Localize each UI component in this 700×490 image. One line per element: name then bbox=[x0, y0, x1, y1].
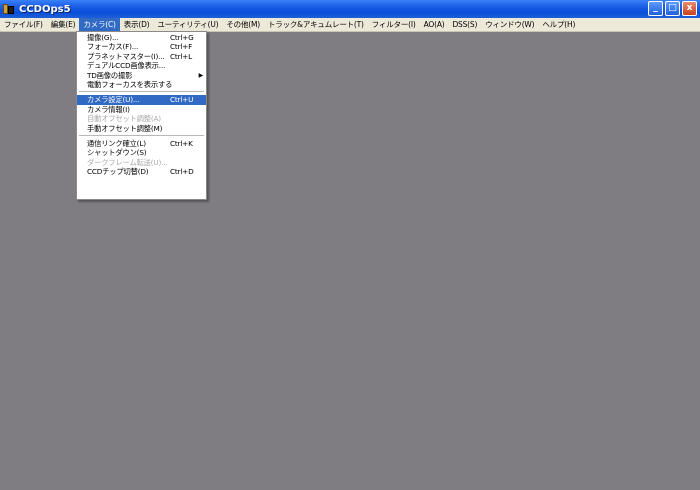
menu-item-label: CCDチップ切替(D) bbox=[87, 167, 149, 177]
menu-item-manual-offset[interactable]: 手動オフセット調整(M) bbox=[77, 124, 206, 133]
minimize-button[interactable]: _ bbox=[648, 1, 663, 16]
menu-item-shortcut: Ctrl+K bbox=[170, 138, 193, 148]
menu-item-auto-offset: 自動オフセット調整(A) bbox=[77, 114, 206, 123]
menu-item-label: シャットダウン(S) bbox=[87, 148, 147, 158]
menu-item-shortcut: Ctrl+D bbox=[170, 167, 194, 177]
menu-item-camera-info[interactable]: カメラ情報(I) bbox=[77, 105, 206, 114]
menu-item-label: カメラ設定(U)... bbox=[87, 95, 140, 105]
menu-utility[interactable]: ユーティリティ(U) bbox=[153, 18, 222, 31]
menu-dss[interactable]: DSS(S) bbox=[448, 18, 481, 31]
close-button[interactable]: x bbox=[682, 1, 697, 16]
maximize-button[interactable]: □ bbox=[665, 1, 680, 16]
menu-item-focus[interactable]: フォーカス(F)... Ctrl+F bbox=[77, 42, 206, 51]
menu-item-camera-settings[interactable]: カメラ設定(U)... Ctrl+U bbox=[77, 95, 206, 105]
window-controls: _ □ x bbox=[648, 1, 697, 16]
menu-item-label: フォーカス(F)... bbox=[87, 42, 139, 52]
menu-item-establish-link[interactable]: 通信リンク確立(L) Ctrl+K bbox=[77, 139, 206, 148]
menu-help[interactable]: ヘルプ(H) bbox=[538, 18, 579, 31]
menu-item-label: TD画像の撮影 bbox=[87, 70, 133, 80]
menu-item-label: デュアルCCD画像表示... bbox=[87, 61, 166, 71]
menu-other[interactable]: その他(M) bbox=[222, 18, 264, 31]
menu-view[interactable]: 表示(D) bbox=[120, 18, 154, 31]
menu-item-capture[interactable]: 撮像(G)... Ctrl+G bbox=[77, 33, 206, 42]
menu-item-dark-frame-transfer: ダークフレーム転送(U)... bbox=[77, 158, 206, 167]
menu-edit[interactable]: 編集(E) bbox=[47, 18, 80, 31]
menu-item-label: ダークフレーム転送(U)... bbox=[87, 157, 168, 167]
menu-window[interactable]: ウィンドウ(W) bbox=[481, 18, 538, 31]
menu-item-td-capture[interactable]: TD画像の撮影 ▶ bbox=[77, 71, 206, 80]
menu-item-label: カメラ情報(I) bbox=[87, 104, 130, 114]
menu-ao[interactable]: AO(A) bbox=[420, 18, 449, 31]
menu-item-label: プラネットマスター(I)... bbox=[87, 51, 165, 61]
menu-item-label: 手動オフセット調整(M) bbox=[87, 123, 163, 133]
menu-item-label: 自動オフセット調整(A) bbox=[87, 114, 161, 124]
menu-item-shortcut: Ctrl+G bbox=[170, 33, 194, 42]
menu-item-label: 撮像(G)... bbox=[87, 33, 119, 42]
menu-item-ccd-chip-switch[interactable]: CCDチップ切替(D) Ctrl+D bbox=[77, 167, 206, 176]
menu-item-planet-master[interactable]: プラネットマスター(I)... Ctrl+L bbox=[77, 52, 206, 61]
menu-item-dual-ccd-display[interactable]: デュアルCCD画像表示... bbox=[77, 61, 206, 70]
menu-filter[interactable]: フィルター(I) bbox=[368, 18, 420, 31]
camera-dropdown-menu: 撮像(G)... Ctrl+G フォーカス(F)... Ctrl+F プラネット… bbox=[76, 31, 207, 200]
menu-track-accumulate[interactable]: トラック&アキュムレート(T) bbox=[264, 18, 368, 31]
menu-bar: ファイル(F) 編集(E) カメラ(C) 表示(D) ユーティリティ(U) その… bbox=[0, 18, 700, 32]
window-title: CCDOps5 bbox=[19, 3, 71, 15]
submenu-arrow-icon: ▶ bbox=[198, 71, 204, 79]
menu-item-shutdown[interactable]: シャットダウン(S) bbox=[77, 148, 206, 157]
menu-item-shortcut: Ctrl+L bbox=[170, 51, 192, 61]
menu-item-show-motor-focus[interactable]: 電動フォーカスを表示する bbox=[77, 80, 206, 89]
menu-file[interactable]: ファイル(F) bbox=[0, 18, 47, 31]
menu-item-shortcut: Ctrl+F bbox=[170, 42, 193, 52]
app-icon[interactable] bbox=[3, 3, 15, 15]
menu-item-label: 電動フォーカスを表示する bbox=[87, 79, 173, 89]
menu-item-shortcut: Ctrl+U bbox=[170, 95, 194, 105]
menu-camera[interactable]: カメラ(C) bbox=[79, 18, 120, 31]
title-bar[interactable]: CCDOps5 _ □ x bbox=[0, 0, 700, 18]
menu-item-label: 通信リンク確立(L) bbox=[87, 138, 146, 148]
